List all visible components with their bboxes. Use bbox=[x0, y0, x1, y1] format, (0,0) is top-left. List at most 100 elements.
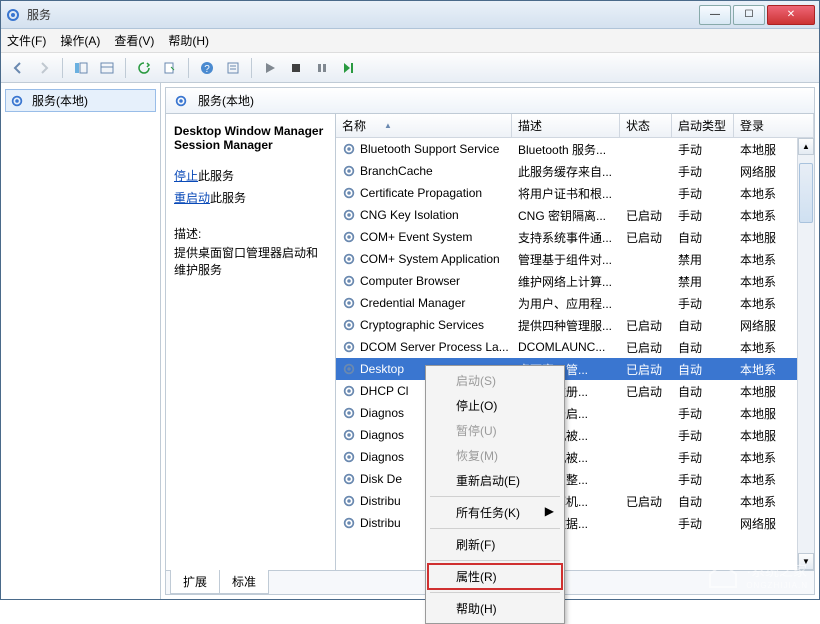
cell-name: Cryptographic Services bbox=[336, 318, 512, 332]
cm-restart[interactable]: 重新启动(E) bbox=[428, 468, 562, 493]
cell-logon: 本地服 bbox=[734, 229, 797, 246]
cm-resume: 恢复(M) bbox=[428, 443, 562, 468]
cell-startup: 自动 bbox=[672, 339, 734, 356]
cell-startup: 手动 bbox=[672, 207, 734, 224]
service-row[interactable]: Distribu调多个数据...手动网络服 bbox=[336, 512, 797, 534]
restart-link[interactable]: 重启动 bbox=[174, 191, 210, 205]
services-icon bbox=[5, 7, 21, 23]
services-window: 服务 — ☐ ✕ 文件(F) 操作(A) 查看(V) 帮助(H) ? bbox=[0, 0, 820, 600]
cell-startup: 手动 bbox=[672, 515, 734, 532]
scroll-thumb[interactable] bbox=[799, 163, 813, 223]
service-row[interactable]: Bluetooth Support ServiceBluetooth 服务...… bbox=[336, 138, 797, 160]
desc-label: 描述: bbox=[174, 225, 327, 242]
col-startup[interactable]: 启动类型 bbox=[672, 114, 734, 137]
col-desc[interactable]: 描述 bbox=[512, 114, 620, 137]
cell-logon: 本地系 bbox=[734, 251, 797, 268]
cell-startup: 禁用 bbox=[672, 273, 734, 290]
cm-separator bbox=[430, 528, 560, 529]
cm-pause: 暂停(U) bbox=[428, 418, 562, 443]
scroll-track[interactable] bbox=[798, 155, 814, 553]
titlebar[interactable]: 服务 — ☐ ✕ bbox=[1, 1, 819, 29]
service-row[interactable]: Computer Browser维护网络上计算...禁用本地系 bbox=[336, 270, 797, 292]
cell-logon: 本地系 bbox=[734, 295, 797, 312]
menu-view[interactable]: 查看(V) bbox=[114, 32, 154, 49]
cell-startup: 自动 bbox=[672, 383, 734, 400]
show-hide-tree-button[interactable] bbox=[70, 57, 92, 79]
service-row[interactable]: BranchCache此服务缓存来自...手动网络服 bbox=[336, 160, 797, 182]
desc-text: 提供桌面窗口管理器启动和维护服务 bbox=[174, 244, 327, 278]
cell-desc: Bluetooth 服务... bbox=[512, 141, 620, 158]
close-button[interactable]: ✕ bbox=[767, 5, 815, 25]
cell-status: 已启动 bbox=[620, 229, 672, 246]
cell-startup: 自动 bbox=[672, 317, 734, 334]
separator bbox=[188, 58, 189, 78]
services-icon bbox=[174, 94, 188, 108]
service-row[interactable]: Desktop桌面窗口管...已启动自动本地系 bbox=[336, 358, 797, 380]
stop-service-button[interactable] bbox=[285, 57, 307, 79]
cell-desc: 提供四种管理服... bbox=[512, 317, 620, 334]
list-rows[interactable]: Bluetooth Support ServiceBluetooth 服务...… bbox=[336, 138, 797, 570]
restart-service-button[interactable] bbox=[337, 57, 359, 79]
cm-properties[interactable]: 属性(R) bbox=[428, 564, 562, 589]
service-row[interactable]: Diagnos系统主机被...手动本地系 bbox=[336, 446, 797, 468]
cm-separator bbox=[430, 592, 560, 593]
refresh-button[interactable] bbox=[133, 57, 155, 79]
cell-startup: 自动 bbox=[672, 493, 734, 510]
tree-root-item[interactable]: 服务(本地) bbox=[5, 89, 156, 112]
tab-extended[interactable]: 扩展 bbox=[170, 570, 220, 594]
cell-name: Bluetooth Support Service bbox=[336, 142, 512, 156]
service-row[interactable]: Certificate Propagation将用户证书和根...手动本地系 bbox=[336, 182, 797, 204]
cell-startup: 手动 bbox=[672, 471, 734, 488]
service-row[interactable]: Disk De磁盘碎片整...手动本地系 bbox=[336, 468, 797, 490]
stop-link[interactable]: 停止 bbox=[174, 169, 198, 183]
cm-separator bbox=[430, 560, 560, 561]
cell-startup: 手动 bbox=[672, 295, 734, 312]
list-header: 名称▲ 描述 状态 启动类型 登录 bbox=[336, 114, 814, 138]
export-button[interactable] bbox=[159, 57, 181, 79]
service-row[interactable]: Diagnos诊断服务启...手动本地服 bbox=[336, 402, 797, 424]
cell-name: Certificate Propagation bbox=[336, 186, 512, 200]
separator bbox=[62, 58, 63, 78]
service-row[interactable]: Credential Manager为用户、应用程...手动本地系 bbox=[336, 292, 797, 314]
cm-stop[interactable]: 停止(O) bbox=[428, 393, 562, 418]
menu-help[interactable]: 帮助(H) bbox=[168, 32, 209, 49]
body-split: 服务(本地) 服务(本地) Desktop Window Manager Ses… bbox=[1, 83, 819, 599]
menu-file[interactable]: 文件(F) bbox=[7, 32, 46, 49]
minimize-button[interactable]: — bbox=[699, 5, 731, 25]
tab-standard[interactable]: 标准 bbox=[219, 570, 269, 594]
help-button[interactable]: ? bbox=[196, 57, 218, 79]
vertical-scrollbar[interactable]: ▲ ▼ bbox=[797, 138, 814, 570]
tree-pane: 服务(本地) bbox=[1, 83, 161, 599]
cell-logon: 网络服 bbox=[734, 515, 797, 532]
cell-name: DCOM Server Process La... bbox=[336, 340, 512, 354]
menu-action[interactable]: 操作(A) bbox=[60, 32, 100, 49]
cm-all-tasks[interactable]: 所有任务(K)▶ bbox=[428, 500, 562, 525]
window-buttons: — ☐ ✕ bbox=[697, 5, 815, 25]
service-row[interactable]: Distribu整个计算机...已启动自动本地系 bbox=[336, 490, 797, 512]
scroll-down-button[interactable]: ▼ bbox=[798, 553, 814, 570]
col-logon[interactable]: 登录 bbox=[734, 114, 814, 137]
pause-service-button[interactable] bbox=[311, 57, 333, 79]
service-row[interactable]: CNG Key IsolationCNG 密钥隔离...已启动手动本地系 bbox=[336, 204, 797, 226]
service-row[interactable]: Diagnos服务主机被...手动本地服 bbox=[336, 424, 797, 446]
back-button[interactable] bbox=[7, 57, 29, 79]
tree-root-label: 服务(本地) bbox=[32, 92, 88, 109]
cm-refresh[interactable]: 刷新(F) bbox=[428, 532, 562, 557]
col-name[interactable]: 名称▲ bbox=[336, 114, 512, 137]
service-row[interactable]: DCOM Server Process La...DCOMLAUNC...已启动… bbox=[336, 336, 797, 358]
service-row[interactable]: COM+ Event System支持系统事件通...已启动自动本地服 bbox=[336, 226, 797, 248]
window-title: 服务 bbox=[27, 6, 697, 23]
service-row[interactable]: COM+ System Application管理基于组件对...禁用本地系 bbox=[336, 248, 797, 270]
service-row[interactable]: Cryptographic Services提供四种管理服...已启动自动网络服 bbox=[336, 314, 797, 336]
service-row[interactable]: DHCP Cl计算机注册...已启动自动本地服 bbox=[336, 380, 797, 402]
start-service-button[interactable] bbox=[259, 57, 281, 79]
forward-button[interactable] bbox=[33, 57, 55, 79]
col-status[interactable]: 状态 bbox=[620, 114, 672, 137]
cell-startup: 手动 bbox=[672, 141, 734, 158]
maximize-button[interactable]: ☐ bbox=[733, 5, 765, 25]
properties-button[interactable] bbox=[222, 57, 244, 79]
scroll-up-button[interactable]: ▲ bbox=[798, 138, 814, 155]
details-pane-button[interactable] bbox=[96, 57, 118, 79]
cell-desc: CNG 密钥隔离... bbox=[512, 207, 620, 224]
list-pane: 名称▲ 描述 状态 启动类型 登录 Bluetooth Support Serv… bbox=[336, 114, 814, 570]
